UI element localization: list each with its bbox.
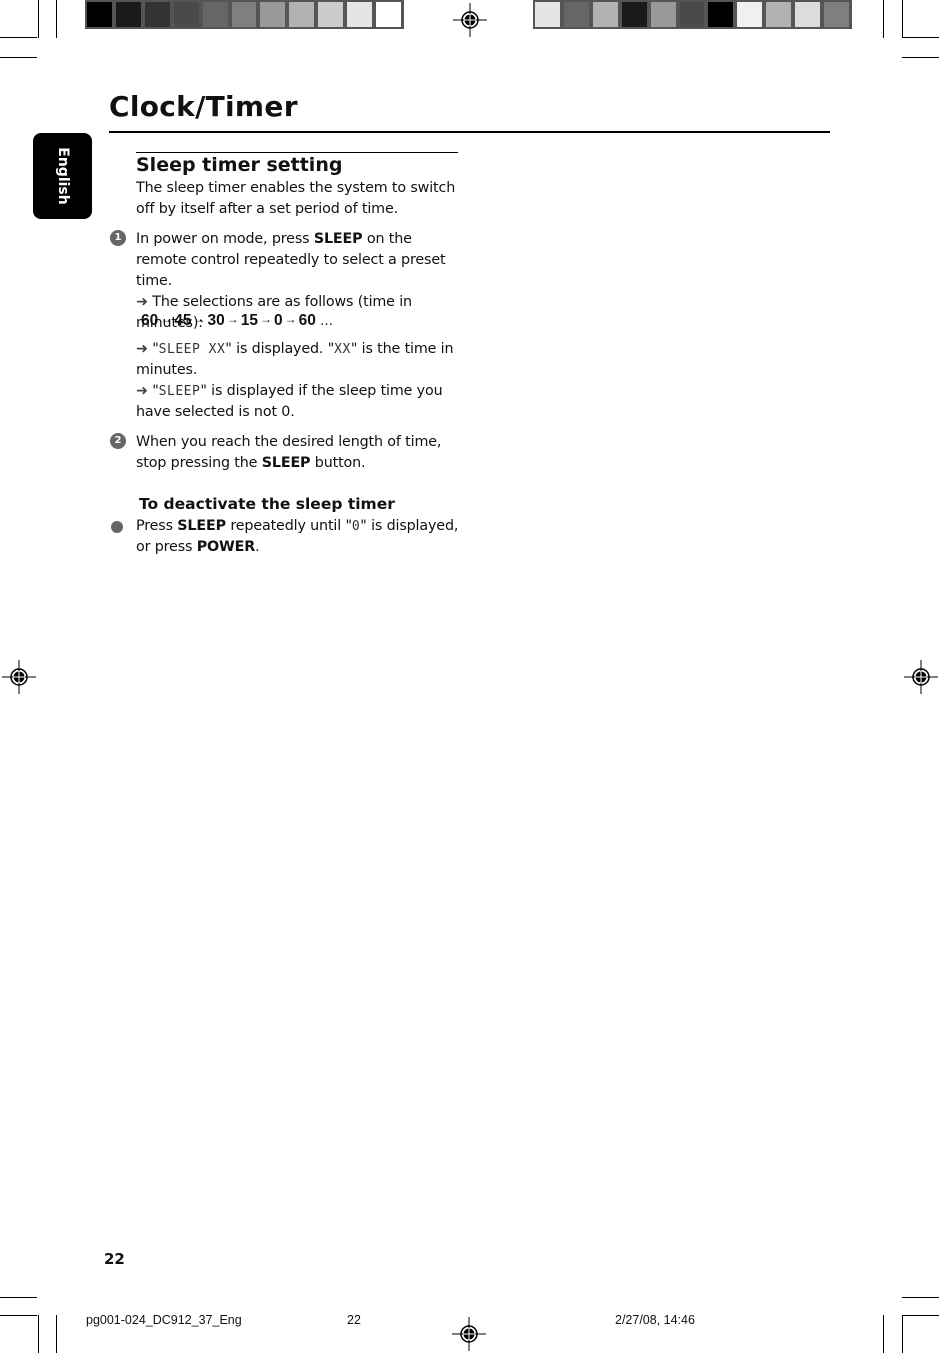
color-swatch	[144, 2, 170, 27]
color-swatch	[824, 2, 849, 27]
crop-mark	[902, 1315, 903, 1353]
step-number-badge: 2	[110, 433, 126, 449]
color-swatch	[737, 2, 763, 27]
crop-mark	[0, 1297, 37, 1298]
sequence-value: 45	[174, 312, 192, 329]
lcd-text: XX	[334, 342, 351, 357]
lcd-text: 0	[351, 519, 361, 534]
crop-mark	[902, 57, 939, 58]
section-heading: Sleep timer setting	[136, 154, 343, 176]
footer-datetime: 2/27/08, 14:46	[615, 1313, 695, 1327]
sequence-arrow-icon: →	[193, 312, 206, 326]
sleep-key-label: SLEEP	[177, 518, 226, 534]
sequence-value: 15	[240, 312, 258, 329]
color-swatch	[260, 2, 286, 27]
time-sequence: 60 → 45 → 30 → 15 → 0 → 60 …	[141, 312, 333, 330]
crop-mark	[902, 1297, 939, 1298]
step-number-badge: 1	[110, 230, 126, 246]
crop-mark	[38, 0, 39, 38]
color-swatch	[289, 2, 315, 27]
color-swatch	[202, 2, 228, 27]
color-swatch	[115, 2, 141, 27]
sequence-ellipsis: …	[315, 314, 334, 329]
color-swatch	[173, 2, 199, 27]
sequence-arrow-icon: →	[226, 312, 239, 326]
note-text: is displayed.	[231, 341, 328, 357]
color-swatch	[376, 2, 401, 27]
sequence-value: 0	[274, 312, 283, 329]
color-swatch	[318, 2, 344, 27]
color-swatch	[621, 2, 647, 27]
crop-mark	[902, 37, 939, 38]
registration-mark-icon	[904, 660, 938, 694]
grayscale-calibration-bar-right	[533, 0, 852, 29]
sleep-key-label: SLEEP	[313, 231, 363, 247]
color-swatch	[679, 2, 705, 27]
sequence-value: 60	[141, 312, 159, 329]
step-2: When you reach the desired length of tim…	[136, 432, 466, 474]
language-tab: English	[33, 133, 92, 219]
step-1-notes: ➜ "SLEEP XX" is displayed. "XX" is the t…	[136, 339, 466, 423]
lcd-text: SLEEP XX	[158, 342, 226, 357]
crop-mark	[0, 37, 37, 38]
result-arrow-icon: ➜	[136, 341, 148, 357]
color-swatch	[535, 2, 560, 27]
sequence-arrow-icon: →	[284, 312, 297, 326]
bullet-icon	[111, 521, 123, 533]
crop-mark	[38, 1315, 39, 1353]
crop-mark	[0, 1315, 37, 1316]
sequence-value: 30	[207, 312, 225, 329]
color-swatch	[766, 2, 792, 27]
sequence-arrow-icon: →	[260, 312, 272, 326]
crop-mark	[883, 1315, 884, 1353]
footer-page: 22	[347, 1313, 361, 1327]
sequence-value: 60	[298, 312, 316, 329]
sequence-arrow-icon: →	[160, 312, 173, 326]
color-swatch	[563, 2, 589, 27]
step-1-text: In power on mode, press	[136, 231, 314, 247]
color-swatch	[795, 2, 821, 27]
result-arrow-icon: ➜	[136, 294, 148, 310]
color-swatch	[87, 2, 112, 27]
result-arrow-icon: ➜	[136, 383, 148, 399]
subheading: To deactivate the sleep timer	[139, 495, 395, 513]
registration-mark-icon	[2, 660, 36, 694]
footer-filename: pg001-024_DC912_37_Eng	[86, 1313, 242, 1327]
grayscale-calibration-bar-left	[85, 0, 404, 29]
section-rule	[136, 152, 458, 153]
color-swatch	[650, 2, 676, 27]
section-intro: The sleep timer enables the system to sw…	[136, 180, 456, 217]
deactivate-text: .	[255, 539, 260, 555]
color-swatch	[347, 2, 373, 27]
note-1: ➜ "SLEEP XX" is displayed. "XX" is the t…	[136, 341, 454, 378]
registration-mark-icon	[453, 3, 487, 37]
color-swatch	[231, 2, 257, 27]
crop-mark	[56, 1315, 57, 1353]
deactivate-instruction: Press SLEEP repeatedly until "0" is disp…	[136, 518, 459, 555]
power-key-label: POWER	[196, 539, 256, 555]
registration-mark-icon	[452, 1317, 486, 1351]
page-title: Clock/Timer	[109, 90, 298, 123]
lcd-text: SLEEP	[158, 384, 201, 399]
note-2: ➜ "SLEEP" is displayed if the sleep time…	[136, 383, 443, 420]
step-2-text-end: button.	[310, 455, 366, 471]
page-number: 22	[104, 1250, 125, 1268]
deactivate-text: Press	[136, 518, 178, 534]
title-rule	[109, 131, 830, 133]
sleep-key-label: SLEEP	[261, 455, 311, 471]
crop-mark	[883, 0, 884, 38]
crop-mark	[902, 1315, 939, 1316]
crop-mark	[0, 57, 37, 58]
crop-mark	[902, 0, 903, 38]
deactivate-text: repeatedly until	[225, 518, 346, 534]
crop-mark	[56, 0, 57, 38]
color-swatch	[592, 2, 618, 27]
language-tab-label: English	[54, 147, 71, 205]
color-swatch	[708, 2, 734, 27]
